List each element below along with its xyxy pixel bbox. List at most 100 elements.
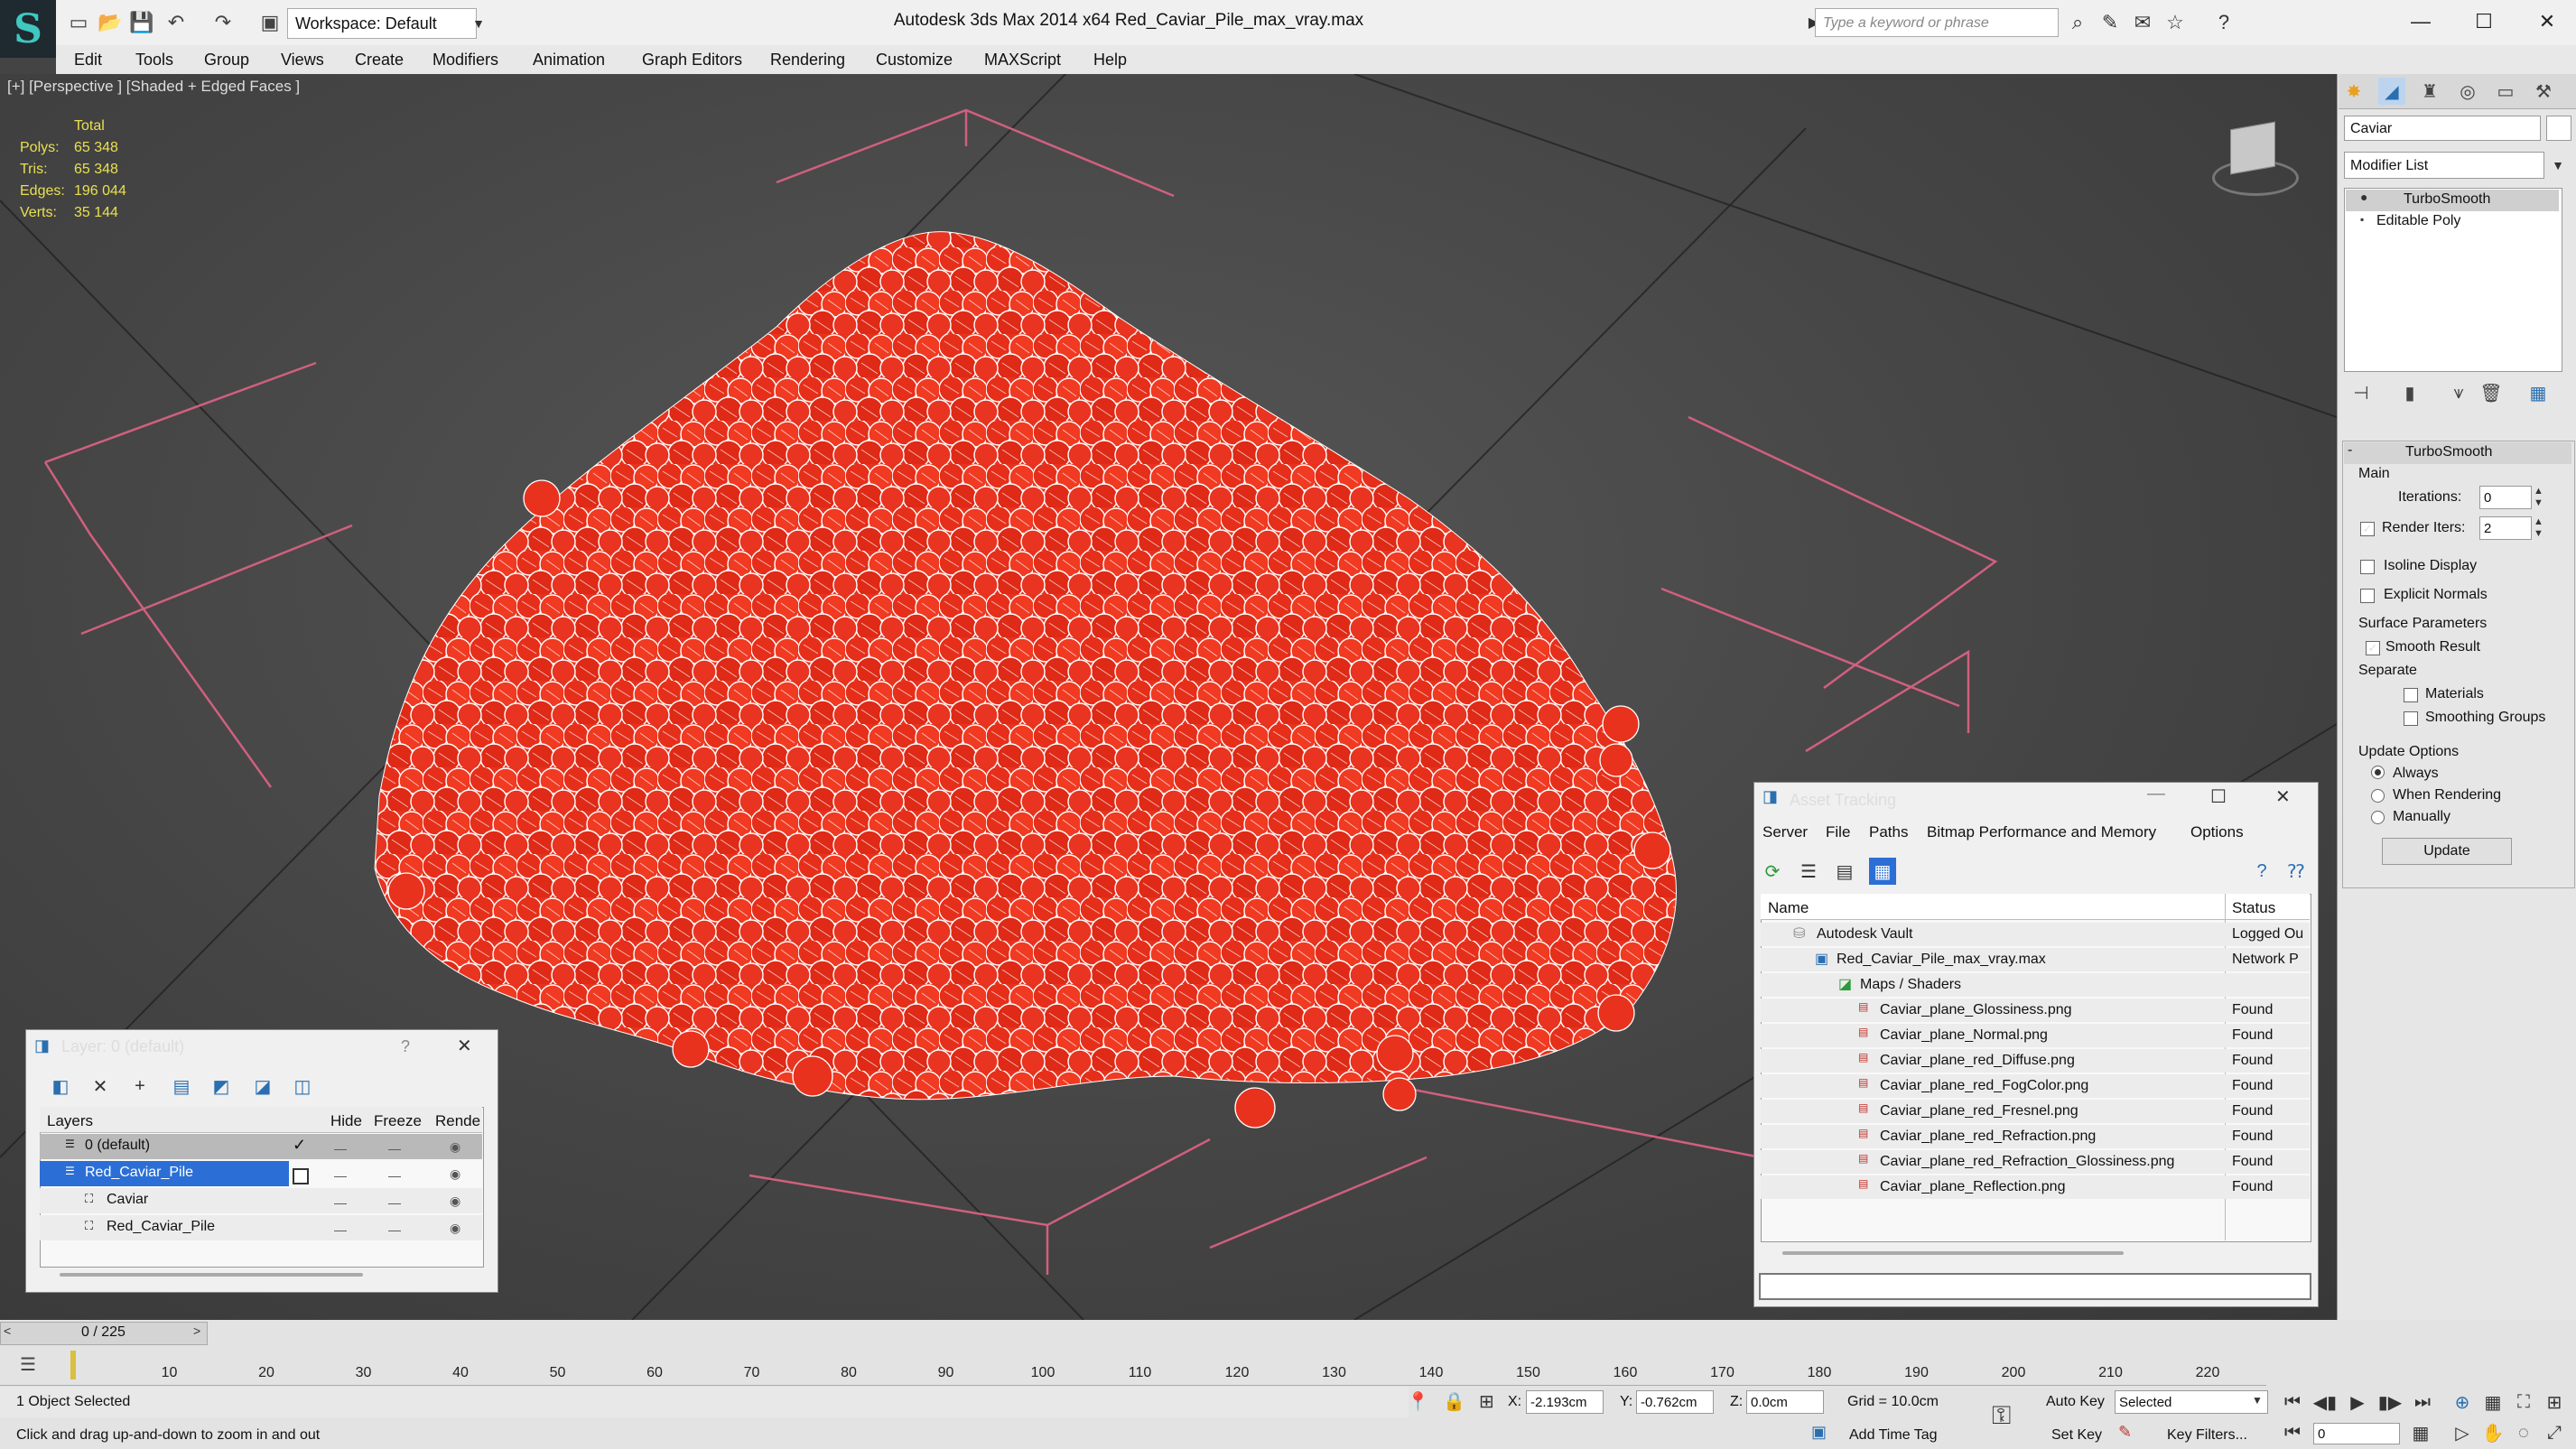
- help-icon[interactable]: ?: [2209, 9, 2239, 36]
- object-name-field[interactable]: Caviar: [2344, 116, 2541, 141]
- auto-key-button[interactable]: Auto Key: [2046, 1394, 2105, 1410]
- menu-tools[interactable]: Tools: [135, 45, 173, 74]
- open-file-icon[interactable]: 📂: [95, 9, 126, 36]
- freeze-all-icon[interactable]: ◫: [289, 1073, 316, 1100]
- render-iters-spinner[interactable]: 2: [2479, 516, 2532, 540]
- delete-layer-icon[interactable]: ✕: [87, 1073, 114, 1100]
- menu-bitmap-performance[interactable]: Bitmap Performance and Memory: [1927, 823, 2156, 841]
- chevron-down-icon[interactable]: ▼: [2252, 1394, 2263, 1407]
- set-current-layer-box[interactable]: [293, 1168, 309, 1184]
- new-file-icon[interactable]: ▭: [63, 9, 94, 36]
- column-freeze[interactable]: Freeze: [374, 1112, 422, 1130]
- play-icon[interactable]: ▶: [2344, 1389, 2371, 1416]
- minimize-icon[interactable]: —: [2389, 0, 2452, 43]
- help-button[interactable]: ?: [401, 1037, 410, 1056]
- minimize-icon[interactable]: —: [2147, 784, 2165, 804]
- iterations-spinner[interactable]: 0: [2479, 486, 2532, 509]
- app-logo-icon[interactable]: S: [0, 0, 56, 58]
- y-coordinate-field[interactable]: -0.762cm: [1636, 1390, 1714, 1414]
- time-configuration-icon[interactable]: ▦: [2407, 1419, 2434, 1446]
- materials-checkbox[interactable]: [2404, 688, 2418, 702]
- make-unique-icon[interactable]: ⩛: [2445, 379, 2472, 406]
- expand-icon[interactable]: ▪: [2360, 213, 2364, 226]
- spinner-arrows-icon[interactable]: ▲ ▼: [2534, 486, 2543, 509]
- render-toggle-icon[interactable]: ◉: [450, 1166, 460, 1182]
- utilities-tab-icon[interactable]: ⚒: [2530, 78, 2557, 105]
- create-layer-icon[interactable]: ◧: [47, 1073, 74, 1100]
- render-toggle-icon[interactable]: ◉: [450, 1139, 460, 1155]
- communication-icon[interactable]: ✉: [2127, 9, 2158, 36]
- menu-maxscript[interactable]: MAXScript: [984, 45, 1061, 74]
- viewcube-icon[interactable]: [2203, 115, 2302, 196]
- maximize-icon[interactable]: ☐: [2210, 785, 2227, 808]
- z-coordinate-field[interactable]: 0.0cm: [1746, 1390, 1824, 1414]
- pin-stack-icon[interactable]: ⊣: [2348, 379, 2375, 406]
- highlight-layer-icon[interactable]: ◩: [208, 1073, 235, 1100]
- set-key-icon[interactable]: ⚿: [1992, 1401, 2011, 1431]
- hierarchy-tab-icon[interactable]: ♜: [2416, 78, 2443, 105]
- save-icon[interactable]: 💾: [126, 9, 157, 36]
- undo-icon[interactable]: ↶: [161, 9, 191, 36]
- explicit-normals-checkbox[interactable]: [2360, 589, 2375, 603]
- column-layers[interactable]: Layers: [47, 1112, 93, 1130]
- horizontal-scrollbar[interactable]: [1782, 1251, 2124, 1255]
- isoline-display-checkbox[interactable]: [2360, 560, 2375, 574]
- menu-create[interactable]: Create: [355, 45, 404, 74]
- remove-modifier-icon[interactable]: 🗑: [2478, 379, 2505, 406]
- render-toggle-icon[interactable]: ◉: [450, 1194, 460, 1209]
- menu-file[interactable]: File: [1826, 823, 1850, 841]
- list-view-icon[interactable]: ☰: [1795, 858, 1822, 885]
- search-input[interactable]: Type a keyword or phrase: [1815, 8, 2059, 37]
- pan-view-icon[interactable]: ✋: [2479, 1419, 2506, 1446]
- current-frame-marker[interactable]: [70, 1351, 76, 1379]
- context-help-icon[interactable]: ⁇: [2283, 858, 2310, 885]
- close-icon[interactable]: ✕: [2275, 785, 2291, 808]
- when-rendering-radio[interactable]: [2371, 789, 2385, 803]
- configure-sets-icon[interactable]: ▦: [2525, 379, 2552, 406]
- close-icon[interactable]: ✕: [2516, 0, 2576, 43]
- modify-tab-icon[interactable]: ◢: [2378, 78, 2405, 105]
- grid-view-icon[interactable]: ▦: [1869, 858, 1896, 885]
- subscription-icon[interactable]: ✎: [2095, 9, 2125, 36]
- create-tab-icon[interactable]: ✸: [2340, 78, 2367, 105]
- key-filters-button[interactable]: Key Filters...: [2167, 1427, 2247, 1444]
- stack-item-editable-poly[interactable]: Editable Poly: [2376, 213, 2460, 229]
- horizontal-scrollbar[interactable]: [60, 1273, 363, 1277]
- menu-views[interactable]: Views: [281, 45, 324, 74]
- asset-path-field[interactable]: [1759, 1273, 2311, 1300]
- table-view-icon[interactable]: ▤: [1831, 858, 1858, 885]
- current-frame-field[interactable]: 0: [2313, 1423, 2400, 1444]
- update-button[interactable]: Update: [2382, 838, 2512, 865]
- selection-lock-icon[interactable]: 🔒: [1443, 1390, 1465, 1413]
- zoom-all-icon[interactable]: ▦: [2479, 1389, 2506, 1416]
- isolate-selection-icon[interactable]: 📍: [1407, 1390, 1429, 1413]
- close-icon[interactable]: ✕: [457, 1035, 472, 1057]
- smooth-result-checkbox[interactable]: ✓: [2366, 641, 2380, 655]
- manually-radio[interactable]: [2371, 811, 2385, 824]
- freeze-toggle-icon[interactable]: —: [388, 1141, 401, 1156]
- chevron-down-icon[interactable]: ▼: [2544, 152, 2571, 179]
- absolute-mode-icon[interactable]: ⊞: [1479, 1390, 1494, 1413]
- lightbulb-icon[interactable]: ●: [2360, 190, 2367, 204]
- menu-server[interactable]: Server: [1762, 823, 1808, 841]
- hide-toggle-icon[interactable]: —: [334, 1222, 347, 1237]
- menu-help[interactable]: Help: [1093, 45, 1127, 74]
- menu-customize[interactable]: Customize: [876, 45, 953, 74]
- hide-all-icon[interactable]: ◪: [249, 1073, 276, 1100]
- field-of-view-icon[interactable]: ▷: [2449, 1419, 2476, 1446]
- freeze-toggle-icon[interactable]: —: [388, 1168, 401, 1183]
- freeze-toggle-icon[interactable]: —: [388, 1195, 401, 1210]
- modifier-list-dropdown[interactable]: Modifier List: [2344, 152, 2544, 179]
- previous-frame-icon[interactable]: ◀▮: [2311, 1389, 2339, 1416]
- maximize-viewport-icon[interactable]: ⤢: [2541, 1419, 2568, 1446]
- key-mode-toggle-icon[interactable]: ⏮: [2279, 1419, 2306, 1446]
- next-frame-icon[interactable]: ▮▶: [2376, 1389, 2404, 1416]
- select-objects-icon[interactable]: ▤: [168, 1073, 195, 1100]
- menu-animation[interactable]: Animation: [533, 45, 605, 74]
- go-to-end-icon[interactable]: ⏭: [2409, 1389, 2436, 1416]
- zoom-extents-icon[interactable]: ⛶: [2510, 1389, 2537, 1416]
- chevron-right-icon[interactable]: >: [193, 1324, 200, 1338]
- binoculars-icon[interactable]: ⌕: [2062, 9, 2093, 36]
- menu-graph-editors[interactable]: Graph Editors: [642, 45, 742, 74]
- collapse-icon[interactable]: -: [2348, 442, 2352, 459]
